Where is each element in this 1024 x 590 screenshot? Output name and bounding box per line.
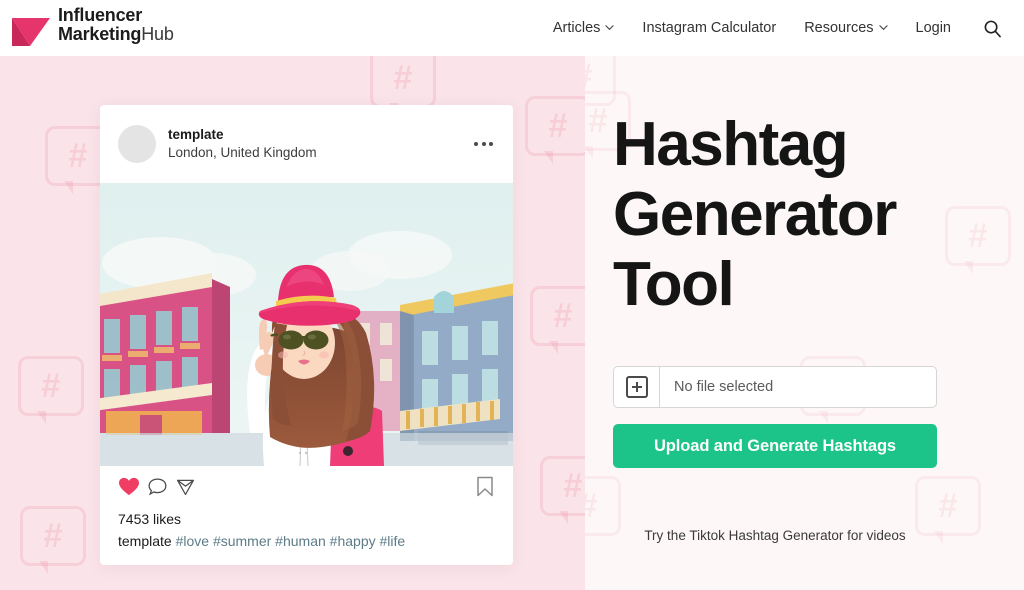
logo-line-2-bold: Marketing — [58, 24, 142, 45]
nav-item-resources[interactable]: Resources — [790, 20, 901, 36]
main-navigation: Articles Instagram Calculator Resources … — [539, 0, 1016, 56]
nav-label: Login — [915, 20, 951, 36]
chevron-down-icon — [878, 23, 888, 32]
hashtag-bubble-icon: # — [20, 506, 86, 574]
caption-hashtags[interactable]: #love #summer #human #happy #life — [176, 533, 406, 549]
paper-plane-icon[interactable] — [175, 477, 196, 502]
heart-icon[interactable] — [118, 477, 140, 502]
page-root: # # # # # # # # # # # # # — [0, 0, 1024, 590]
hashtag-bubble-icon: # — [18, 356, 84, 424]
hashtag-bubble-icon: # — [915, 476, 981, 544]
post-action-icons — [118, 477, 196, 502]
upload-and-generate-button[interactable]: Upload and Generate Hashtags — [613, 424, 937, 469]
site-logo[interactable]: Influencer MarketingHub — [10, 5, 210, 53]
logo-line-2-rest: Hub — [141, 24, 174, 45]
nav-item-articles[interactable]: Articles — [539, 20, 629, 36]
post-like-count: 7453 likes — [118, 511, 182, 527]
hashtag-bubble-icon: # — [585, 56, 616, 106]
logo-line-1: Influencer — [58, 5, 143, 25]
post-location: London, United Kingdom — [168, 145, 317, 160]
nav-item-instagram-calculator[interactable]: Instagram Calculator — [628, 20, 790, 36]
plus-square-icon[interactable] — [614, 367, 660, 408]
post-image — [100, 183, 513, 466]
file-upload-input[interactable]: No file selected — [613, 366, 937, 409]
post-action-bar — [100, 466, 513, 503]
logo-line-2: MarketingHub — [58, 25, 174, 44]
nav-label: Resources — [804, 20, 874, 36]
post-username: template — [168, 126, 224, 142]
logo-wordmark: Influencer MarketingHub — [58, 5, 174, 45]
post-caption: template #love #summer #human #happy #li… — [100, 527, 513, 549]
tiktok-generator-link[interactable]: Try the Tiktok Hashtag Generator for vid… — [613, 528, 937, 543]
comment-icon[interactable] — [147, 477, 168, 502]
avatar — [118, 125, 156, 163]
bookmark-icon[interactable] — [475, 476, 495, 503]
file-name-label: No file selected — [674, 379, 774, 396]
nav-item-login[interactable]: Login — [902, 20, 965, 36]
nav-label: Articles — [552, 20, 601, 36]
nav-label: Instagram Calculator — [642, 20, 777, 36]
post-more-options-icon[interactable] — [474, 142, 495, 146]
hashtag-bubble-icon: # — [530, 286, 585, 354]
hashtag-bubble-icon: # — [585, 476, 621, 536]
hero-panel: Hashtag Generator Tool No file selected … — [613, 110, 1013, 469]
search-icon[interactable] — [965, 19, 1016, 38]
hashtag-bubble-icon: # — [525, 96, 585, 164]
caption-author: template — [118, 533, 172, 549]
chevron-down-icon — [605, 23, 615, 32]
page-title: Hashtag Generator Tool — [613, 110, 897, 320]
hashtag-bubble-icon: # — [540, 456, 585, 524]
street-illustration — [100, 183, 513, 466]
post-header: template London, United Kingdom — [100, 105, 513, 183]
post-author-meta: template London, United Kingdom — [168, 126, 474, 162]
instagram-post-card: template London, United Kingdom 7453 lik… — [100, 105, 513, 565]
hashtag-bubble-icon: # — [370, 56, 436, 116]
logo-arrow-icon — [10, 12, 54, 53]
site-header: Influencer MarketingHub Articles Instagr… — [0, 0, 1024, 56]
plus-glyph — [625, 376, 648, 399]
